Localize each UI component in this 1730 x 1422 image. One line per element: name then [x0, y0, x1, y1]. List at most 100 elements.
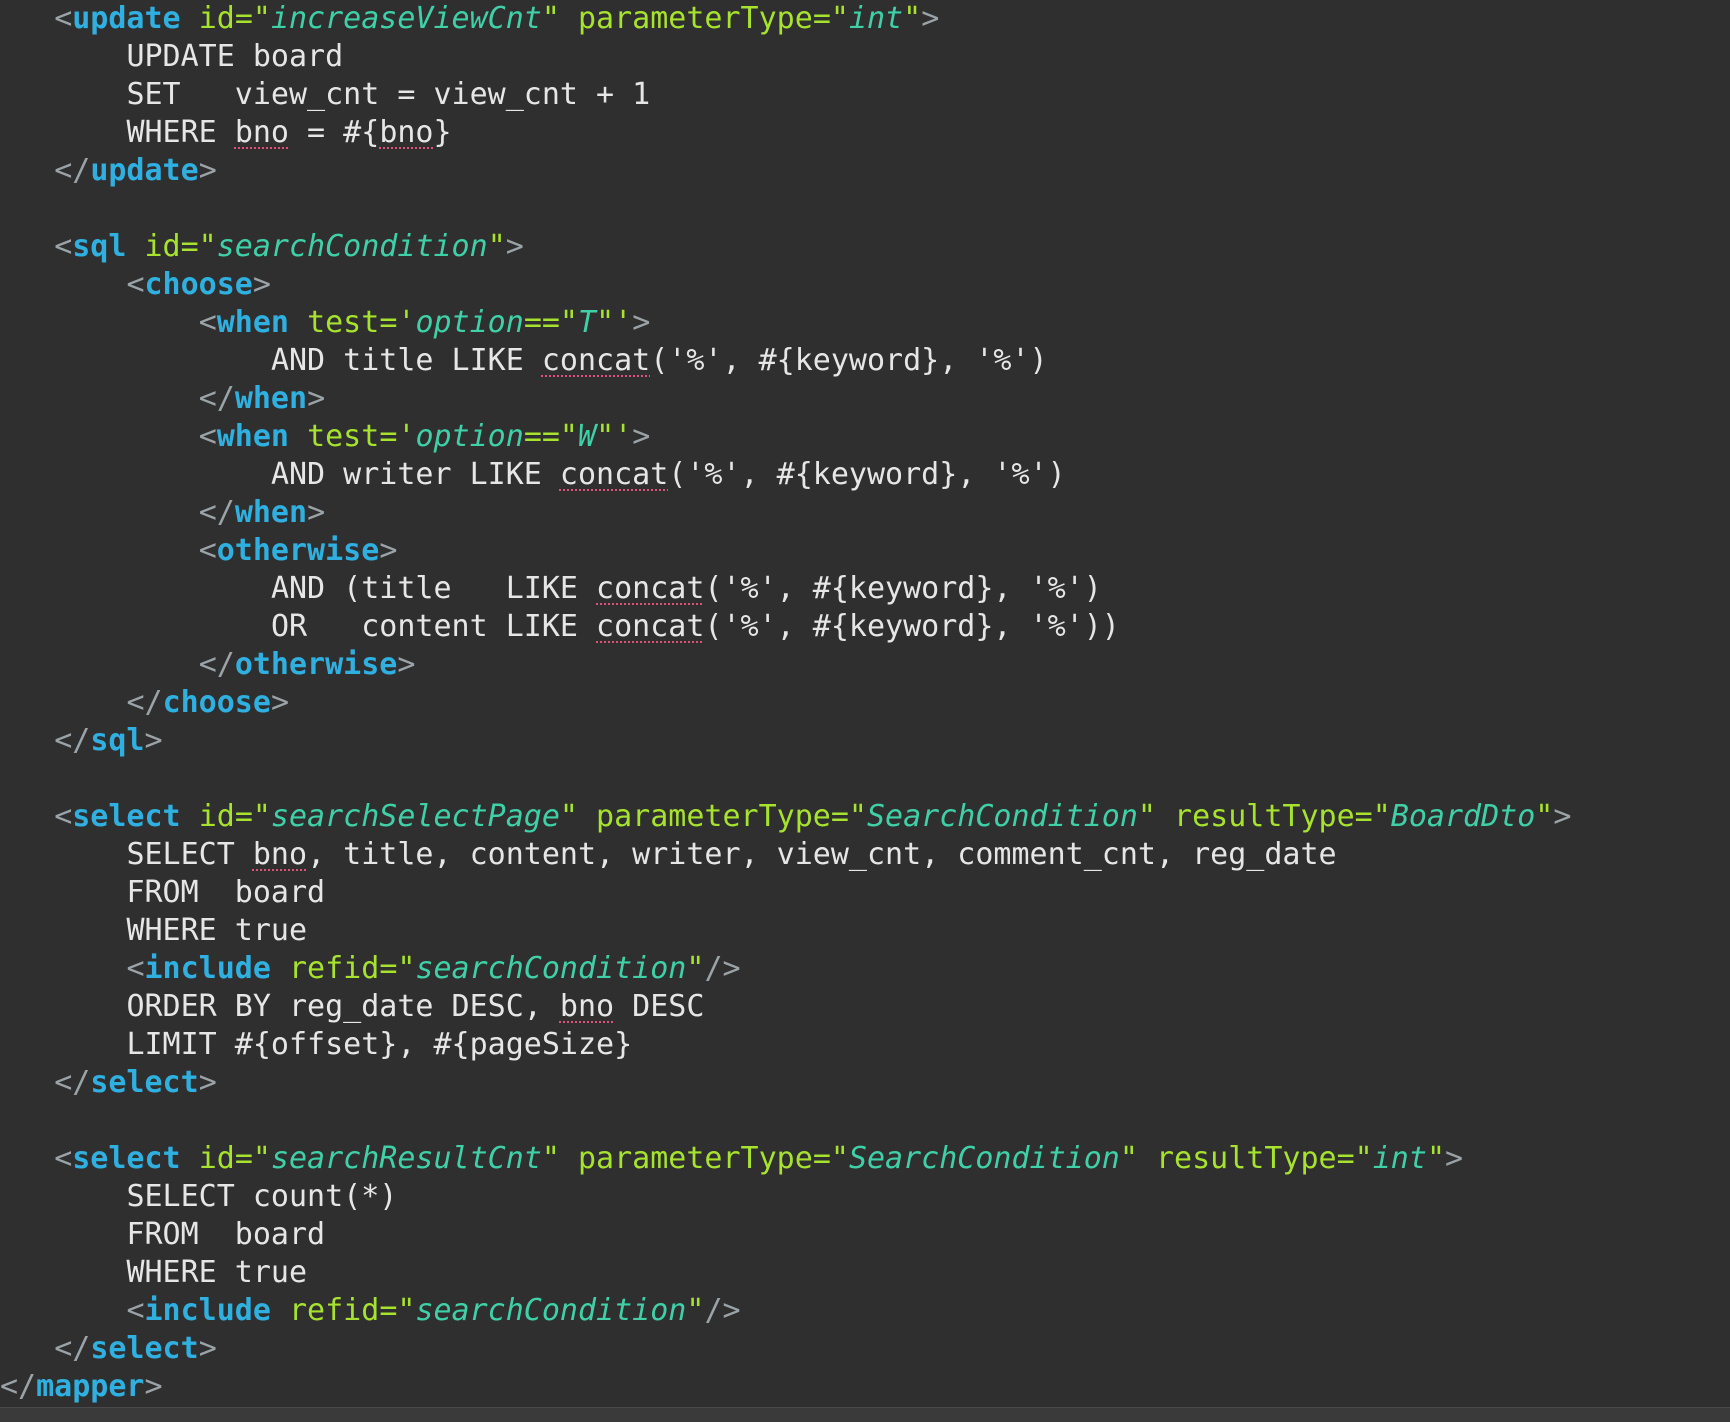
bracket: >	[505, 229, 524, 264]
code-line[interactable]: <update id="increaseViewCnt" parameterTy…	[0, 0, 1730, 38]
code-text: = #{	[289, 115, 380, 150]
bracket: <	[54, 1141, 73, 1176]
code-line[interactable]: AND title LIKE concat('%', #{keyword}, '…	[0, 342, 1730, 380]
code-text: DESC	[614, 989, 705, 1024]
tag-name: choose	[144, 267, 253, 302]
attribute-delimiter: "	[1535, 799, 1554, 834]
code-line[interactable]: WHERE true	[0, 912, 1730, 950]
code-line[interactable]: </choose>	[0, 684, 1730, 722]
code-line[interactable]: <otherwise>	[0, 532, 1730, 570]
horizontal-scrollbar[interactable]	[0, 1407, 1730, 1422]
tag-name: update	[72, 1, 181, 36]
tag-name: update	[90, 153, 199, 188]
code-line[interactable]: </mapper>	[0, 1368, 1730, 1406]
attribute-delimiter: "	[487, 229, 506, 264]
code-line[interactable]: UPDATE board	[0, 38, 1730, 76]
attribute-value: BoardDto	[1390, 799, 1536, 834]
code-line[interactable]: FROM board	[0, 874, 1730, 912]
attribute-name: refid	[289, 1293, 380, 1328]
code-line[interactable]: <when test='option=="T"'>	[0, 304, 1730, 342]
code-line[interactable]: <sql id="searchCondition">	[0, 228, 1730, 266]
code-line[interactable]	[0, 760, 1730, 798]
bracket: >	[397, 647, 416, 682]
attribute-delimiter: "'	[596, 419, 633, 454]
code-line[interactable]: SELECT count(*)	[0, 1178, 1730, 1216]
bracket: </	[0, 1369, 37, 1404]
bracket: </	[198, 381, 235, 416]
code-line[interactable]: </when>	[0, 380, 1730, 418]
spellcheck-word: bno	[234, 115, 289, 150]
bracket: </	[126, 685, 163, 720]
code-line[interactable]: </sql>	[0, 722, 1730, 760]
code-line[interactable]: <select id="searchSelectPage" parameterT…	[0, 798, 1730, 836]
attribute-name: refid	[289, 951, 380, 986]
code-line[interactable]: </when>	[0, 494, 1730, 532]
code-line[interactable]: <select id="searchResultCnt" parameterTy…	[0, 1140, 1730, 1178]
code-line[interactable]: <include refid="searchCondition"/>	[0, 1292, 1730, 1330]
code-line[interactable]: SET view_cnt = view_cnt + 1	[0, 76, 1730, 114]
attribute-value: SearchCondition	[866, 799, 1138, 834]
code-line[interactable]: WHERE true	[0, 1254, 1730, 1292]
attribute-value: SearchCondition	[848, 1141, 1120, 1176]
code-line[interactable]: <choose>	[0, 266, 1730, 304]
code-text: OR content LIKE	[270, 609, 597, 644]
bracket: <	[198, 305, 217, 340]
code-text: FROM board	[126, 1217, 326, 1252]
attribute-value: increaseViewCnt	[270, 1, 542, 36]
code-line[interactable]: SELECT bno, title, content, writer, view…	[0, 836, 1730, 874]
attribute-name: id	[198, 799, 235, 834]
attribute-value: int	[1372, 1141, 1427, 1176]
attribute-value: searchSelectPage	[270, 799, 560, 834]
attribute-delimiter: "	[541, 1, 560, 36]
spellcheck-word: concat	[596, 609, 705, 644]
code-line[interactable]: AND writer LIKE concat('%', #{keyword}, …	[0, 456, 1730, 494]
attribute-value: W	[578, 419, 597, 454]
attribute-delimiter: ="	[234, 799, 271, 834]
bracket: >	[921, 1, 940, 36]
code-line[interactable]: </select>	[0, 1330, 1730, 1368]
code-line[interactable]: <when test='option=="W"'>	[0, 418, 1730, 456]
code-line[interactable]: AND (title LIKE concat('%', #{keyword}, …	[0, 570, 1730, 608]
bracket: </	[54, 153, 91, 188]
code-line[interactable]	[0, 1102, 1730, 1140]
code-line[interactable]: WHERE bno = #{bno}	[0, 114, 1730, 152]
code-text: }	[433, 115, 452, 150]
code-line[interactable]	[0, 190, 1730, 228]
code-area[interactable]: <update id="increaseViewCnt" parameterTy…	[0, 0, 1730, 1406]
spellcheck-word: concat	[596, 571, 705, 606]
code-line[interactable]: </select>	[0, 1064, 1730, 1102]
bracket: <	[198, 533, 217, 568]
spellcheck-word: bno	[252, 837, 308, 872]
bracket: />	[704, 951, 741, 986]
code-line[interactable]: </otherwise>	[0, 646, 1730, 684]
code-line[interactable]: </update>	[0, 152, 1730, 190]
code-line[interactable]: <include refid="searchCondition"/>	[0, 950, 1730, 988]
code-text: SELECT	[126, 837, 253, 872]
code-editor[interactable]: <update id="increaseViewCnt" parameterTy…	[0, 0, 1730, 1422]
code-line[interactable]: ORDER BY reg_date DESC, bno DESC	[0, 988, 1730, 1026]
code-line[interactable]: FROM board	[0, 1216, 1730, 1254]
attribute-delimiter: ="	[234, 1, 271, 36]
attribute-delimiter: ="	[812, 1141, 849, 1176]
attribute-delimiter: ="	[180, 229, 217, 264]
code-text: FROM board	[126, 875, 326, 910]
code-line[interactable]: OR content LIKE concat('%', #{keyword}, …	[0, 608, 1730, 646]
code-line[interactable]: LIMIT #{offset}, #{pageSize}	[0, 1026, 1730, 1064]
bracket: >	[270, 685, 289, 720]
